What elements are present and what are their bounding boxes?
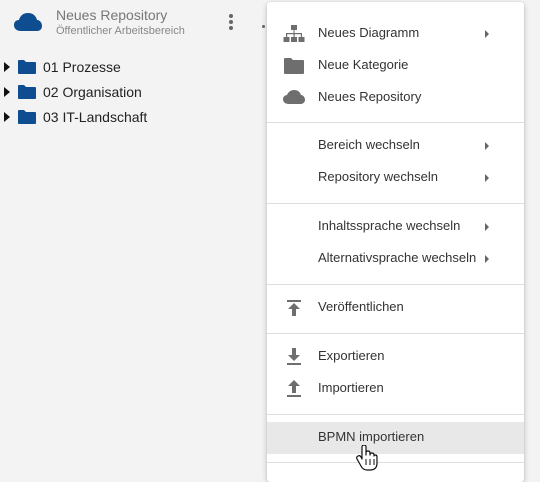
menu-item-label: Exportieren bbox=[318, 348, 385, 363]
expand-caret-icon[interactable] bbox=[4, 87, 10, 97]
divider-dot bbox=[262, 25, 265, 28]
menu-divider bbox=[267, 462, 524, 463]
menu-item-label: Inhaltssprache wechseln bbox=[318, 218, 461, 233]
tree-item[interactable]: 02 Organisation bbox=[0, 82, 266, 107]
menu-item-label: Neue Kategorie bbox=[318, 57, 409, 72]
context-menu: Neues Diagramm Neue Kategorie Neues Repo… bbox=[267, 2, 524, 482]
menu-item-label: Importieren bbox=[318, 380, 384, 395]
upload-icon bbox=[287, 380, 301, 397]
menu-item-label: Neues Repository bbox=[318, 89, 422, 104]
menu-item-bereich-wechseln[interactable]: Bereich wechseln bbox=[267, 130, 524, 162]
folder-icon bbox=[18, 85, 36, 99]
menu-item-neue-kategorie[interactable]: Neue Kategorie bbox=[267, 50, 524, 82]
cloud-icon bbox=[283, 90, 305, 104]
hand-cursor-icon bbox=[356, 445, 378, 471]
tree-item[interactable]: 03 IT-Landschaft bbox=[0, 107, 266, 132]
tree-item-label: 02 Organisation bbox=[43, 84, 142, 100]
menu-item-bpmn-importieren[interactable]: BPMN importieren bbox=[267, 422, 524, 454]
menu-divider bbox=[267, 333, 524, 334]
category-tree: 01 Prozesse 02 Organisation 03 IT-Landsc… bbox=[0, 57, 266, 132]
expand-caret-icon[interactable] bbox=[4, 112, 10, 122]
menu-item-label: Veröffentlichen bbox=[318, 299, 404, 314]
menu-divider bbox=[267, 122, 524, 123]
menu-divider bbox=[267, 203, 524, 204]
menu-item-label: Neues Diagramm bbox=[318, 25, 420, 40]
menu-item-label: Alternativsprache wechseln bbox=[318, 250, 477, 265]
menu-item-inhaltssprache-wechseln[interactable]: Inhaltssprache wechseln bbox=[267, 211, 524, 243]
repository-subtitle: Öffentlicher Arbeitsbereich bbox=[56, 25, 185, 37]
menu-item-label: Bereich wechseln bbox=[318, 137, 420, 152]
publish-icon bbox=[287, 300, 301, 316]
menu-divider bbox=[267, 414, 524, 415]
folder-icon bbox=[284, 58, 304, 74]
more-options-icon[interactable] bbox=[222, 12, 240, 34]
repository-title: Neues Repository bbox=[56, 7, 168, 23]
folder-icon bbox=[18, 60, 36, 74]
submenu-arrow-icon bbox=[485, 30, 489, 38]
tree-item-label: 01 Prozesse bbox=[43, 59, 121, 75]
menu-item-repository-wechseln[interactable]: Repository wechseln bbox=[267, 162, 524, 194]
menu-item-neues-repository[interactable]: Neues Repository bbox=[267, 82, 524, 114]
submenu-arrow-icon bbox=[485, 223, 489, 231]
tree-item-label: 03 IT-Landschaft bbox=[43, 109, 148, 125]
menu-item-veroeffentlichen[interactable]: Veröffentlichen bbox=[267, 292, 524, 324]
menu-item-exportieren[interactable]: Exportieren bbox=[267, 341, 524, 373]
menu-divider bbox=[267, 284, 524, 285]
sitemap-icon bbox=[283, 25, 305, 42]
submenu-arrow-icon bbox=[485, 174, 489, 182]
menu-item-label: Repository wechseln bbox=[318, 169, 438, 184]
menu-item-alternativsprache-wechseln[interactable]: Alternativsprache wechseln bbox=[267, 243, 524, 275]
folder-icon bbox=[18, 110, 36, 124]
submenu-arrow-icon bbox=[485, 142, 489, 150]
download-icon bbox=[287, 348, 301, 365]
tree-item[interactable]: 01 Prozesse bbox=[0, 57, 266, 82]
menu-item-label: BPMN importieren bbox=[318, 429, 425, 444]
expand-caret-icon[interactable] bbox=[4, 62, 10, 72]
menu-item-importieren[interactable]: Importieren bbox=[267, 373, 524, 405]
submenu-arrow-icon bbox=[485, 255, 489, 263]
cloud-icon bbox=[14, 13, 42, 31]
menu-item-neues-diagramm[interactable]: Neues Diagramm bbox=[267, 18, 524, 50]
